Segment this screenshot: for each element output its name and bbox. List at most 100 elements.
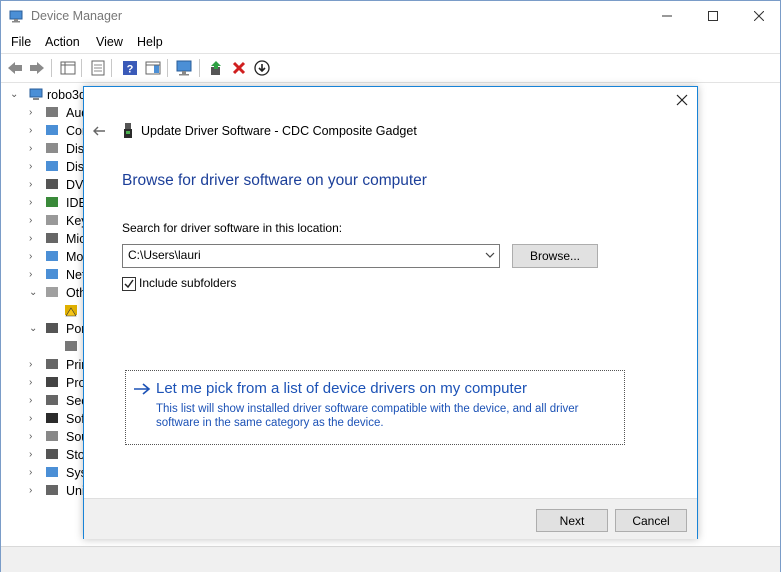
status-bar [1, 546, 780, 572]
action-pane-icon [145, 61, 161, 75]
device-category-icon [46, 215, 58, 225]
device-category-icon [46, 107, 58, 117]
console-tree-icon [60, 61, 76, 75]
help-button[interactable]: ? [121, 59, 139, 77]
cancel-button[interactable]: Cancel [615, 509, 687, 532]
menu-bar: File Action View Help [1, 32, 780, 52]
dialog-close-icon[interactable] [675, 93, 689, 107]
browse-button[interactable]: Browse... [512, 244, 598, 268]
device-category-icon [46, 251, 58, 261]
dialog-title: Update Driver Software - CDC Composite G… [141, 124, 417, 138]
device-category-icon [46, 395, 58, 405]
expand-chevron-icon[interactable]: › [29, 161, 32, 172]
expand-chevron-icon[interactable]: › [29, 359, 32, 370]
expand-chevron-icon[interactable]: › [29, 125, 32, 136]
expand-chevron-icon[interactable]: › [29, 107, 32, 118]
expand-chevron-icon[interactable]: › [29, 251, 32, 262]
expand-chevron-icon[interactable]: › [29, 413, 32, 424]
dialog-back-icon[interactable] [92, 124, 106, 138]
back-button[interactable] [6, 59, 24, 77]
device-category-icon [46, 125, 58, 135]
device-category-icon [46, 269, 58, 279]
chevron-down-icon[interactable] [485, 249, 495, 261]
device-category-icon [46, 413, 58, 423]
device-icon [65, 341, 77, 351]
toolbar-separator [199, 59, 200, 77]
device-category-icon [46, 467, 58, 477]
maximize-icon [708, 11, 718, 21]
collapse-chevron-icon[interactable]: ⌄ [10, 89, 18, 100]
device-category-icon [46, 449, 58, 459]
forward-button[interactable] [28, 59, 46, 77]
pick-from-list-option[interactable]: Let me pick from a list of device driver… [125, 370, 625, 445]
right-arrow-icon [134, 383, 151, 395]
include-subfolders-label[interactable]: Include subfolders [139, 276, 236, 290]
update-driver-button[interactable] [207, 59, 225, 77]
collapse-chevron-icon[interactable]: ⌄ [29, 287, 37, 298]
expand-chevron-icon[interactable]: › [29, 449, 32, 460]
update-driver-icon [211, 61, 221, 75]
properties-icon [91, 60, 105, 76]
device-category-icon [46, 143, 58, 153]
collapse-chevron-icon[interactable]: ⌄ [29, 323, 37, 334]
next-button[interactable]: Next [536, 509, 608, 532]
maximize-button[interactable] [690, 1, 736, 31]
expand-chevron-icon[interactable]: › [29, 485, 32, 496]
down-arrow-circle-icon [254, 60, 270, 76]
expand-chevron-icon[interactable]: › [29, 467, 32, 478]
expand-chevron-icon[interactable]: › [29, 377, 32, 388]
warning-icon [65, 305, 77, 317]
toolbar-separator [111, 59, 112, 77]
tree-root-label: robo3d [47, 88, 86, 102]
device-category-icon [46, 233, 58, 243]
uninstall-device-button[interactable] [230, 59, 248, 77]
pick-from-list-description: This list will show installed driver sof… [156, 403, 579, 429]
menu-view[interactable]: View [96, 35, 123, 49]
expand-chevron-icon[interactable]: › [29, 269, 32, 280]
close-icon [754, 11, 764, 21]
menu-help[interactable]: Help [137, 35, 163, 49]
device-category-icon [46, 359, 58, 369]
toolbar: ? [1, 53, 780, 83]
scan-hardware-button[interactable] [176, 59, 194, 77]
device-category-icon [46, 287, 58, 297]
window-close-button[interactable] [736, 1, 781, 31]
device-category-icon [46, 179, 58, 189]
computer-icon [29, 88, 43, 100]
menu-file[interactable]: File [11, 35, 31, 49]
update-driver-dialog: Update Driver Software - CDC Composite G… [83, 86, 698, 539]
checkmark-icon [124, 279, 134, 289]
toolbar-separator [51, 59, 52, 77]
usb-device-icon [124, 123, 132, 138]
dialog-heading: Browse for driver software on your compu… [122, 172, 427, 189]
expand-chevron-icon[interactable]: › [29, 395, 32, 406]
expand-chevron-icon[interactable]: › [29, 197, 32, 208]
properties-button[interactable] [89, 59, 107, 77]
action-pane-button[interactable] [144, 59, 162, 77]
driver-path-value: C:\Users\lauri [128, 248, 201, 262]
device-category-icon [46, 485, 58, 495]
expand-chevron-icon[interactable]: › [29, 179, 32, 190]
expand-chevron-icon[interactable]: › [29, 215, 32, 226]
minimize-button[interactable] [644, 1, 690, 31]
window-title: Device Manager [31, 9, 123, 23]
device-category-icon [46, 323, 58, 333]
menu-action[interactable]: Action [45, 35, 80, 49]
tree-item-label: Mo [66, 250, 84, 264]
monitor-scan-icon [176, 60, 192, 76]
tree-item-label: Sto [66, 448, 85, 462]
forward-arrow-icon [30, 62, 44, 74]
driver-path-combobox[interactable]: C:\Users\lauri [122, 244, 500, 268]
expand-chevron-icon[interactable]: › [29, 233, 32, 244]
show-hide-console-tree-button[interactable] [59, 59, 77, 77]
toolbar-separator [81, 59, 82, 77]
expand-chevron-icon[interactable]: › [29, 431, 32, 442]
include-subfolders-checkbox[interactable] [122, 277, 136, 291]
tree-item-label: Sof [66, 412, 85, 426]
device-category-icon [46, 197, 58, 207]
back-arrow-icon [8, 62, 22, 74]
expand-chevron-icon[interactable]: › [29, 143, 32, 154]
device-category-icon [46, 377, 58, 387]
device-category-icon [46, 161, 58, 171]
disable-device-button[interactable] [253, 59, 271, 77]
